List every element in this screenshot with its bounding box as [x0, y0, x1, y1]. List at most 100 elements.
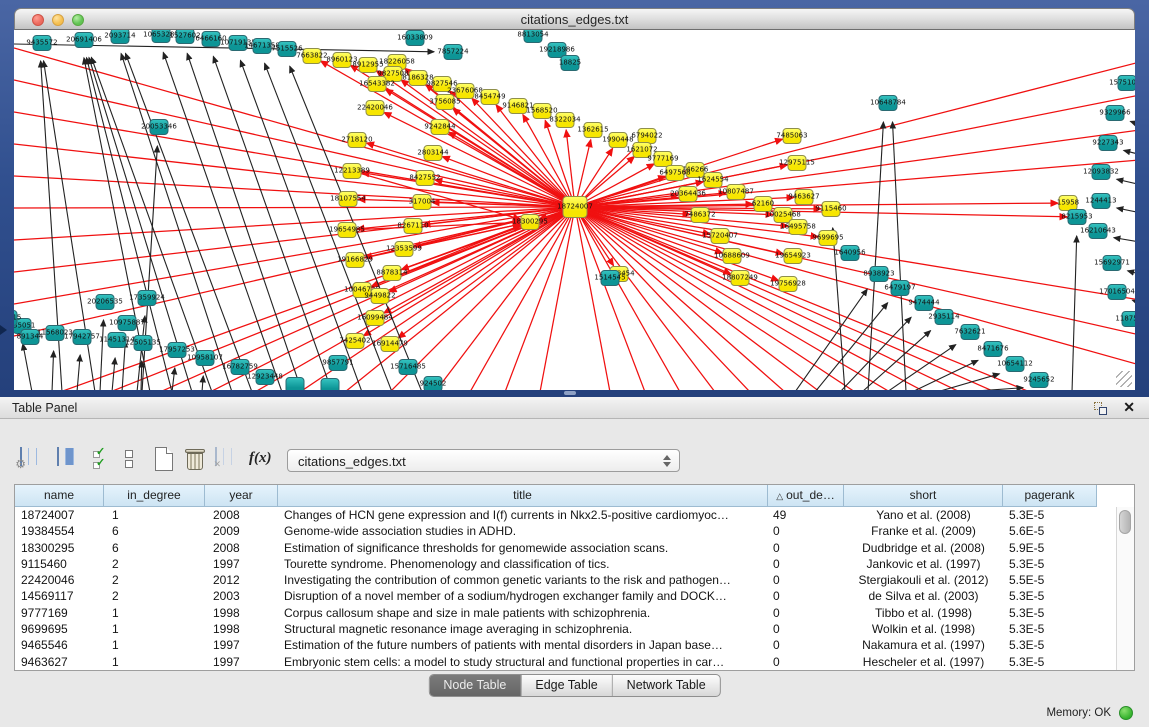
graph-node[interactable]: 9435572	[33, 35, 52, 51]
graph-node[interactable]: 6497568	[666, 165, 685, 181]
column-header-short[interactable]: short	[844, 485, 1003, 507]
graph-node[interactable]: 2935114	[935, 309, 954, 325]
graph-node[interactable]: 1527602	[176, 30, 195, 44]
graph-node[interactable]: 9449822	[371, 288, 390, 304]
graph-node[interactable]: 15751074	[1118, 75, 1136, 91]
table-selector-dropdown[interactable]: citations_edges.txt	[287, 449, 680, 472]
graph-node[interactable]: 15692971	[1103, 255, 1122, 271]
graph-node[interactable]: 17942757	[73, 329, 92, 345]
graph-node[interactable]: 6479197	[891, 280, 910, 296]
graph-node[interactable]: 18825	[561, 55, 580, 71]
graph-node[interactable]: 12093832	[1092, 164, 1111, 180]
table-row[interactable]: 946554611997Estimation of the future num…	[15, 637, 1134, 653]
graph-node[interactable]: 16543382	[368, 76, 387, 92]
graph-node[interactable]: 20206535	[96, 294, 115, 310]
graph-node[interactable]: 7857224	[444, 44, 463, 60]
graph-node[interactable]: 2718120	[348, 132, 367, 148]
float-panel-icon[interactable]	[1094, 402, 1107, 415]
graph-node[interactable]: 8813054	[524, 30, 543, 43]
graph-node[interactable]: 1514545	[601, 270, 620, 286]
graph-node[interactable]: 9146821	[509, 98, 528, 114]
graph-node[interactable]: 12923448	[256, 369, 275, 385]
graph-node[interactable]: 12353599	[395, 241, 414, 257]
graph-node[interactable]: 10653287	[152, 30, 171, 43]
table-row[interactable]: 946362711997Embryonic stem cells: a mode…	[15, 654, 1134, 670]
window-titlebar[interactable]: citations_edges.txt	[14, 8, 1135, 30]
graph-node[interactable]: 10975887	[118, 315, 137, 331]
tab-node-table[interactable]: Node Table	[429, 675, 521, 696]
graph-node[interactable]: 22420046	[366, 100, 385, 116]
graph-node[interactable]: 16914479	[381, 336, 400, 352]
table-row[interactable]: 977716911998Corpus callosum shape and si…	[15, 605, 1134, 621]
graph-node[interactable]: 3756085	[436, 94, 455, 110]
graph-node[interactable]: 20053346	[150, 119, 169, 135]
graph-node[interactable]: 191115	[14, 310, 18, 326]
graph-node[interactable]: 10648784	[879, 95, 898, 111]
graph-node[interactable]: 11451314	[108, 332, 127, 348]
graph-node[interactable]: 18107554	[339, 191, 358, 207]
graph-node[interactable]: 17016504	[1108, 284, 1127, 300]
graph-node[interactable]: 9242844	[431, 119, 450, 135]
graph-node[interactable]: 10688609	[723, 248, 742, 264]
graph-node[interactable]: 19756928	[779, 276, 798, 292]
function-builder-icon[interactable]: f(x)	[249, 450, 272, 467]
graph-node[interactable]: 2803144	[424, 145, 443, 161]
table-row[interactable]: 1938455462009Genome-wide association stu…	[15, 523, 1134, 539]
graph-node[interactable]: 1187534	[1122, 311, 1136, 327]
graph-node[interactable]: 317004	[413, 194, 432, 210]
graph-node[interactable]: 19654923	[784, 248, 803, 264]
tab-network-table[interactable]: Network Table	[613, 675, 720, 696]
graph-node[interactable]: 16495758	[789, 219, 808, 235]
graph-node[interactable]: 18724007	[563, 196, 588, 218]
graph-node[interactable]: 8938923	[870, 266, 889, 282]
graph-node[interactable]: 8215953	[1068, 209, 1087, 225]
graph-node[interactable]: 7632621	[961, 324, 980, 340]
graph-node[interactable]: 10654112	[1006, 356, 1025, 372]
graph-node[interactable]: 9474444	[915, 295, 934, 311]
graph-node[interactable]	[286, 377, 305, 390]
table-row[interactable]: 1830029562008Estimation of significance …	[15, 540, 1134, 556]
column-header-pagerank[interactable]: pagerank	[1003, 485, 1097, 507]
graph-node[interactable]: 9329966	[1106, 105, 1125, 121]
graph-node[interactable]: 7485063	[783, 128, 802, 144]
graph-node[interactable]: 9227343	[1099, 135, 1118, 151]
graph-node[interactable]: 8427552	[416, 170, 435, 186]
graph-node[interactable]: 924502	[424, 376, 443, 390]
graph-node[interactable]: 8186328	[409, 70, 428, 86]
column-header-out_de[interactable]: △out_de…	[768, 485, 844, 507]
graph-node[interactable]: 1624554	[704, 172, 723, 188]
graph-node[interactable]: 12213389	[343, 163, 362, 179]
graph-node[interactable]: 9245652	[1030, 372, 1049, 388]
graph-node[interactable]: 16099484	[366, 310, 385, 326]
graph-node[interactable]: 8471676	[984, 341, 1003, 357]
graph-node[interactable]: 18807249	[731, 270, 750, 286]
graph-node[interactable]: 11568023	[46, 325, 65, 341]
graph-node[interactable]: 10807487	[727, 184, 746, 200]
graph-node[interactable]: 1640956	[841, 245, 860, 261]
graph-node[interactable]: 9857791	[329, 355, 348, 371]
graph-node[interactable]: 19654985	[338, 222, 357, 238]
graph-node[interactable]: 12975115	[788, 155, 807, 171]
tab-edge-table[interactable]: Edge Table	[521, 675, 612, 696]
graph-node[interactable]: 20364436	[679, 186, 698, 202]
graph-node[interactable]: 8912955	[359, 57, 378, 73]
memory-status-icon[interactable]	[1119, 706, 1133, 720]
graph-node[interactable]: 6466160	[202, 31, 221, 47]
table-row[interactable]: 1872400712008Changes of HCN gene express…	[15, 507, 1134, 523]
graph-node[interactable]: 7515526	[278, 41, 297, 57]
graph-node[interactable]: 14671358	[253, 38, 272, 54]
graph-node[interactable]	[321, 378, 340, 390]
graph-node[interactable]: 19166829	[346, 252, 365, 268]
graph-node[interactable]: 16033809	[406, 30, 425, 46]
graph-node[interactable]: 8267110	[404, 218, 423, 234]
graph-node[interactable]: 1244413	[1092, 193, 1111, 209]
scrollbar-thumb[interactable]	[1119, 510, 1131, 534]
splitter-handle[interactable]	[564, 391, 576, 395]
table-row[interactable]: 1456911722003Disruption of a novel membe…	[15, 588, 1134, 604]
column-header-name[interactable]: name	[15, 485, 104, 507]
graph-node[interactable]: 16210643	[1089, 223, 1108, 239]
table-row[interactable]: 911546021997Tourette syndrome. Phenomeno…	[15, 556, 1134, 572]
graph-node[interactable]: 7663822	[303, 48, 322, 64]
column-header-in_degree[interactable]: in_degree	[104, 485, 205, 507]
network-canvas[interactable]: 1872400718300295122133891810755419654985…	[14, 30, 1135, 390]
